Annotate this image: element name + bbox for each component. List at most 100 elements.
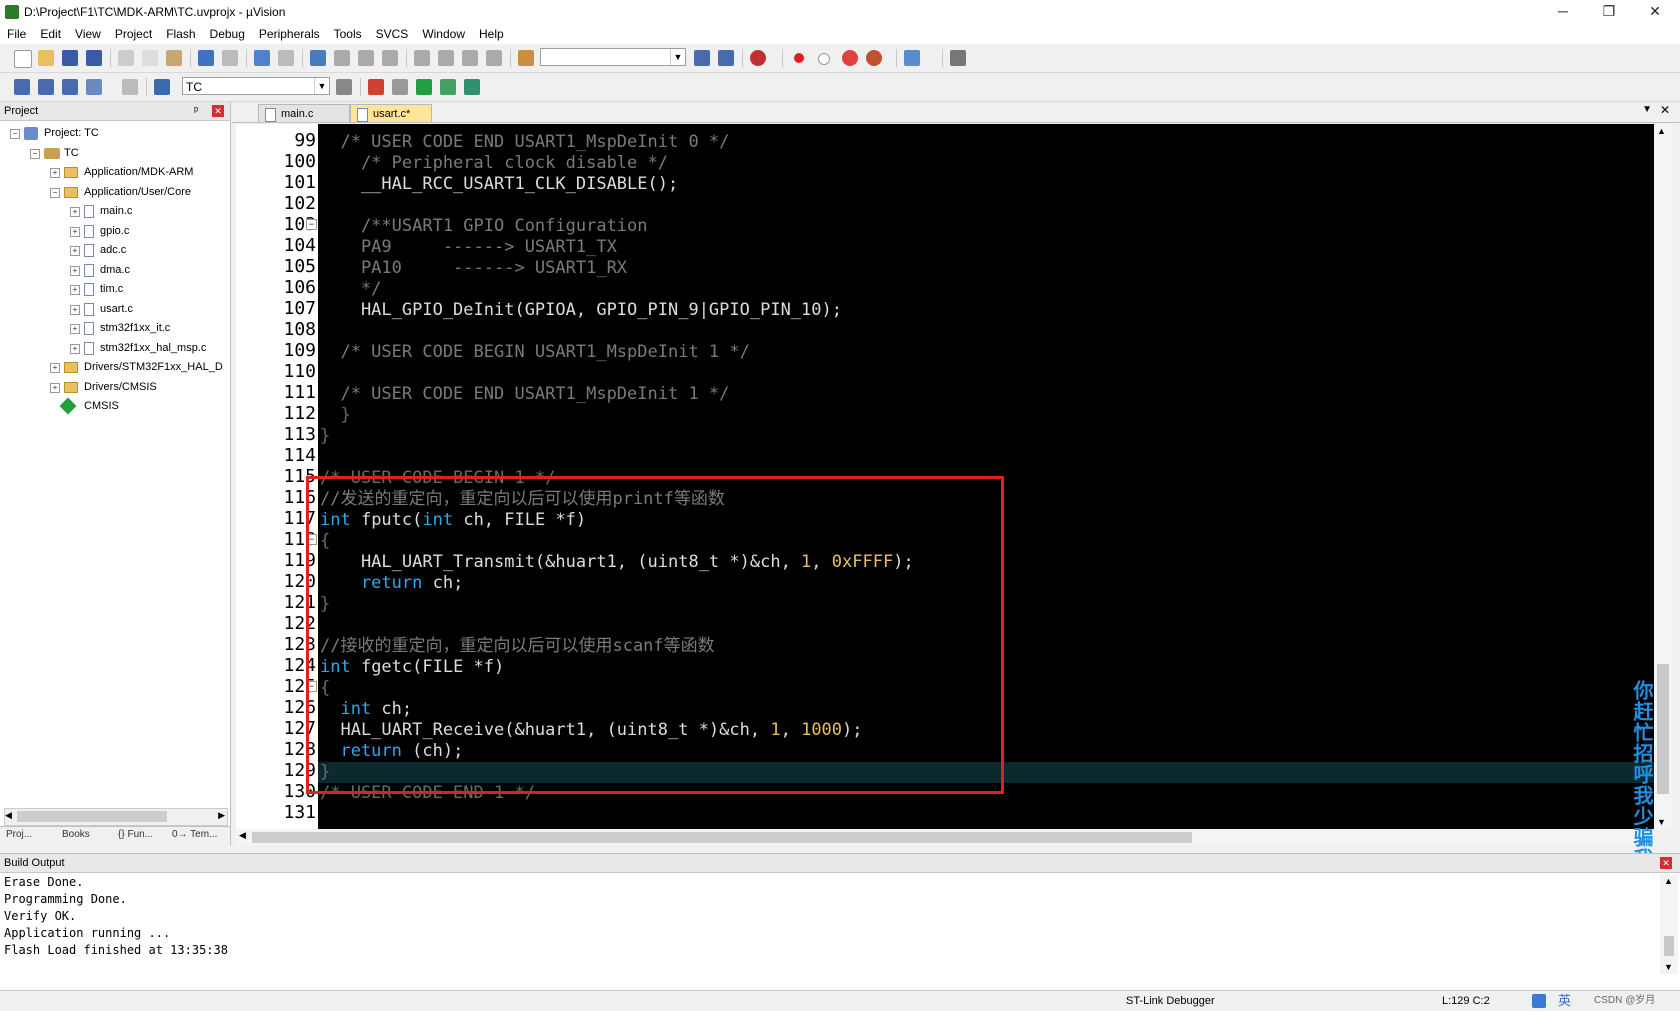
tree-item[interactable]: − Application/User/Core	[0, 183, 228, 202]
uncomment-icon[interactable]	[486, 50, 502, 66]
scroll-left-icon[interactable]: ◀	[239, 830, 246, 841]
collapse-icon[interactable]: −	[30, 148, 40, 159]
comment-icon[interactable]	[462, 50, 478, 66]
tree-item[interactable]: CMSIS	[0, 397, 228, 416]
code-line[interactable]: }	[320, 426, 330, 447]
tree-item[interactable]: + dma.c	[0, 261, 228, 280]
copy-icon[interactable]	[142, 50, 158, 66]
tree-item[interactable]: + stm32f1xx_hal_msp.c	[0, 339, 228, 358]
clear-bookmarks-icon[interactable]	[382, 50, 398, 66]
editor-vscroll[interactable]: ▲ ▼	[1654, 124, 1672, 829]
expand-icon[interactable]: +	[50, 168, 60, 178]
minimize-button[interactable]: ─	[1540, 0, 1586, 24]
close-panel-icon[interactable]: ✕	[212, 105, 224, 117]
tree-item[interactable]: + Application/MDK-ARM	[0, 163, 228, 182]
target-options-icon[interactable]	[336, 79, 352, 95]
indent-icon[interactable]	[414, 50, 430, 66]
navigate-forward-icon[interactable]	[278, 50, 294, 66]
close-tab-icon[interactable]: ✕	[1660, 103, 1670, 117]
scroll-up-icon[interactable]: ▲	[1664, 876, 1673, 886]
bookmark-icon[interactable]	[310, 50, 326, 66]
select-packs-icon[interactable]	[440, 79, 456, 95]
debug-session-icon[interactable]	[750, 50, 766, 66]
build-icon[interactable]	[38, 79, 54, 95]
undo-icon[interactable]	[198, 50, 214, 66]
tree-item[interactable]: + Drivers/CMSIS	[0, 378, 228, 397]
find-combo[interactable]: ▼	[540, 48, 686, 66]
scroll-thumb[interactable]	[1657, 664, 1669, 794]
menu-debug[interactable]: Debug	[203, 24, 252, 41]
ime-language[interactable]: 英	[1558, 991, 1571, 1011]
collapse-icon[interactable]: −	[10, 129, 20, 139]
scroll-thumb[interactable]	[1664, 936, 1674, 956]
tree-item[interactable]: + main.c	[0, 202, 228, 221]
expand-icon[interactable]: +	[70, 265, 80, 276]
expand-icon[interactable]: +	[70, 304, 80, 315]
tree-item[interactable]: + gpio.c	[0, 222, 228, 241]
code-line[interactable]: /* USER CODE END USART1_MspDeInit 1 */	[320, 384, 729, 405]
pack-installer-icon[interactable]	[464, 79, 480, 95]
expand-icon[interactable]: +	[70, 285, 80, 295]
scroll-up-icon[interactable]: ▲	[1657, 126, 1666, 136]
breakpoint-icon[interactable]	[794, 53, 804, 63]
kill-breakpoints-icon[interactable]	[842, 50, 858, 66]
code-line[interactable]: /* USER CODE BEGIN USART1_MspDeInit 1 */	[320, 342, 749, 363]
prev-bookmark-icon[interactable]	[334, 50, 350, 66]
tab-books[interactable]: Books	[62, 829, 90, 840]
menu-project[interactable]: Project	[108, 24, 159, 41]
batch-build-icon[interactable]	[86, 79, 102, 95]
editor-hscroll[interactable]: ◀	[236, 829, 1654, 846]
expand-icon[interactable]: +	[50, 363, 60, 373]
menu-edit[interactable]: Edit	[33, 24, 68, 41]
code-line[interactable]: */	[320, 279, 381, 300]
tab-project[interactable]: Proj...	[6, 829, 32, 840]
rebuild-icon[interactable]	[62, 79, 78, 95]
close-panel-icon[interactable]: ✕	[1660, 857, 1672, 869]
save-icon[interactable]	[62, 50, 78, 66]
redo-icon[interactable]	[222, 50, 238, 66]
tab-functions[interactable]: {} Fun...	[118, 829, 153, 840]
code-line[interactable]: }	[320, 405, 350, 426]
stop-build-icon[interactable]	[122, 79, 138, 95]
find-in-files-icon[interactable]	[518, 50, 534, 66]
new-file-icon[interactable]	[14, 50, 32, 68]
restore-button[interactable]: ❐	[1586, 0, 1632, 24]
expand-icon[interactable]: +	[70, 207, 80, 217]
menu-file[interactable]: File	[0, 24, 33, 41]
tree-item[interactable]: + usart.c	[0, 300, 228, 319]
code-line[interactable]: __HAL_RCC_USART1_CLK_DISABLE();	[320, 174, 678, 195]
code-line[interactable]: PA10 ------> USART1_RX	[320, 258, 627, 279]
menu-help[interactable]: Help	[472, 24, 511, 41]
code-line[interactable]: /**USART1 GPIO Configuration	[320, 216, 648, 237]
file-extensions-icon[interactable]	[392, 79, 408, 95]
navigate-back-icon[interactable]	[254, 50, 270, 66]
code-line[interactable]: /* Peripheral clock disable */	[320, 153, 668, 174]
expand-icon[interactable]: +	[70, 246, 80, 256]
expand-icon[interactable]: +	[50, 382, 60, 393]
menu-window[interactable]: Window	[415, 24, 472, 41]
tab-templates[interactable]: 0→ Tem...	[172, 829, 217, 840]
tree-item[interactable]: + tim.c	[0, 280, 228, 299]
cut-icon[interactable]	[118, 50, 134, 66]
scroll-right-icon[interactable]: ▶	[218, 810, 225, 821]
code-line[interactable]: HAL_GPIO_DeInit(GPIOA, GPIO_PIN_9|GPIO_P…	[320, 300, 842, 321]
menu-peripherals[interactable]: Peripherals	[252, 24, 327, 41]
fold-collapse-icon[interactable]: −	[306, 219, 317, 230]
manage-project-items-icon[interactable]	[368, 79, 384, 95]
disable-all-breakpoints-icon[interactable]	[866, 50, 882, 66]
disable-breakpoint-icon[interactable]	[818, 53, 830, 65]
ime-check-icon[interactable]	[1532, 994, 1546, 1008]
unindent-icon[interactable]	[438, 50, 454, 66]
scroll-thumb[interactable]	[17, 811, 167, 822]
close-window-button[interactable]: ✕	[1632, 0, 1678, 24]
open-folder-icon[interactable]	[38, 50, 54, 66]
scroll-down-icon[interactable]: ▼	[1657, 817, 1666, 827]
scroll-thumb[interactable]	[252, 832, 1192, 843]
tree-item[interactable]: − TC	[0, 144, 228, 163]
build-output-vscroll[interactable]: ▲ ▼	[1660, 874, 1678, 974]
tab-usart-c[interactable]: usart.c*	[350, 104, 432, 122]
window-layout-icon[interactable]	[904, 50, 920, 66]
tree-item[interactable]: + adc.c	[0, 241, 228, 260]
menu-flash[interactable]: Flash	[159, 24, 202, 41]
tab-list-chevron-icon[interactable]: ▼	[1642, 104, 1652, 115]
